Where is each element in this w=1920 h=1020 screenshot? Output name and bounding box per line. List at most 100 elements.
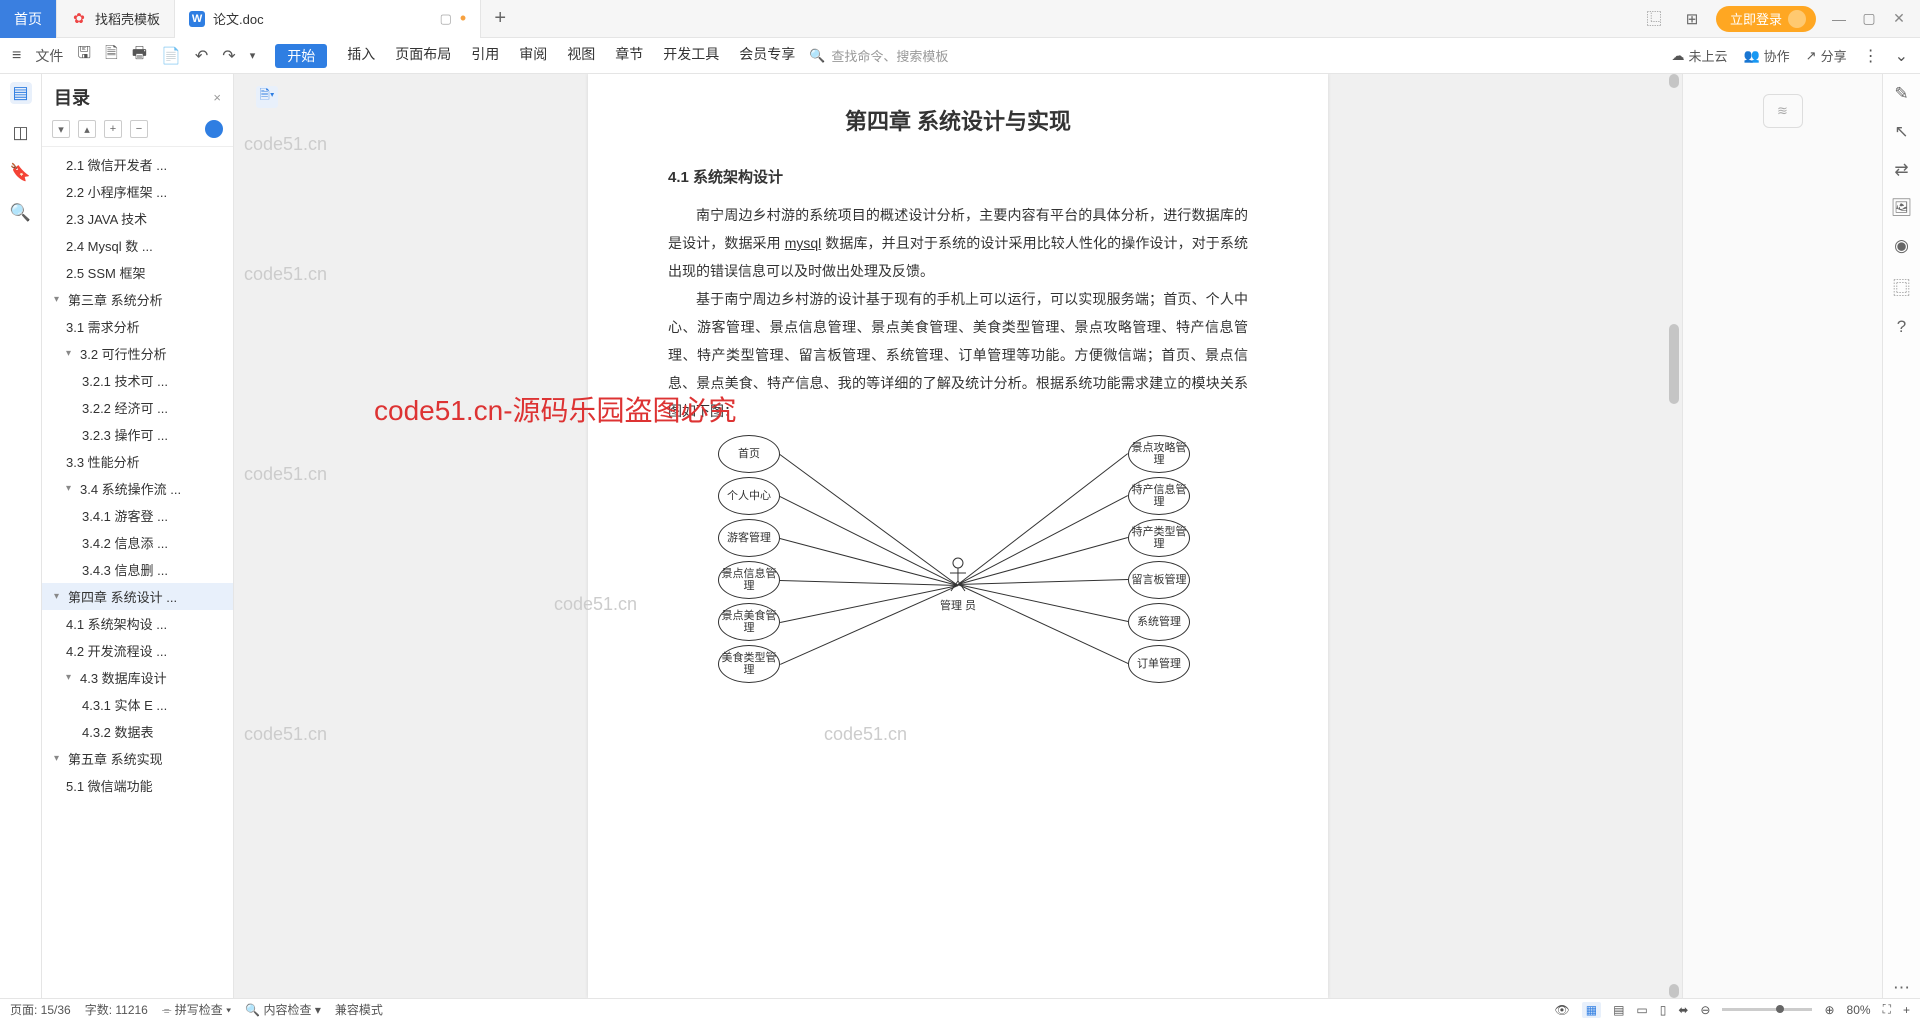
- menu-insert[interactable]: 插入: [347, 44, 375, 68]
- content-check[interactable]: 🔍 内容检查 ▾: [245, 1001, 321, 1018]
- close-outline-icon[interactable]: ×: [213, 90, 221, 105]
- outline-item[interactable]: 3.4.1 游客登 ...: [42, 502, 233, 529]
- sync-icon[interactable]: [205, 120, 223, 138]
- share-button[interactable]: ↗分享: [1806, 46, 1847, 65]
- login-button[interactable]: 立即登录: [1716, 6, 1816, 32]
- outline-item[interactable]: ▾3.2 可行性分析: [42, 340, 233, 367]
- menu-reference[interactable]: 引用: [471, 44, 499, 68]
- outline-item[interactable]: 5.1 微信端功能: [42, 772, 233, 799]
- style-toggle[interactable]: ≋: [1763, 94, 1803, 128]
- outline-item[interactable]: ▾第三章 系统分析: [42, 286, 233, 313]
- document-area[interactable]: 🗎▾ 第四章 系统设计与实现 4.1 系统架构设计 南宁周边乡村游的系统项目的概…: [234, 74, 1682, 998]
- redo-icon[interactable]: ↷: [222, 46, 235, 66]
- preview-icon[interactable]: 📄: [161, 46, 181, 66]
- outline-item[interactable]: 3.4.3 信息删 ...: [42, 556, 233, 583]
- file-menu[interactable]: 文件: [35, 46, 63, 66]
- scroll-top-icon[interactable]: [1669, 74, 1679, 88]
- close-button[interactable]: ✕: [1886, 6, 1912, 32]
- word-count[interactable]: 字数: 11216: [85, 1001, 148, 1018]
- cloud-status[interactable]: ☁未上云: [1671, 46, 1727, 65]
- menu-dev[interactable]: 开发工具: [663, 44, 719, 68]
- view-page-icon[interactable]: ▦: [1582, 1002, 1601, 1018]
- fit-width-icon[interactable]: ⬌: [1678, 1003, 1688, 1017]
- remove-level-icon[interactable]: −: [130, 120, 148, 138]
- outline-item[interactable]: 3.3 性能分析: [42, 448, 233, 475]
- outline-item[interactable]: 4.3.2 数据表: [42, 718, 233, 745]
- settings-icon[interactable]: ⇄: [1894, 160, 1908, 180]
- save-icon[interactable]: 🖫: [77, 42, 91, 69]
- new-tab-button[interactable]: +: [481, 7, 519, 30]
- expand-all-icon[interactable]: ▴: [78, 120, 96, 138]
- vertical-scrollbar[interactable]: [1668, 74, 1680, 998]
- outline-item[interactable]: 2.3 JAVA 技术: [42, 205, 233, 232]
- zoom-level[interactable]: 80%: [1847, 1003, 1871, 1017]
- command-search[interactable]: 🔍 查找命令、搜索模板: [809, 46, 948, 65]
- tab-document[interactable]: W 论文.doc ▢ •: [175, 0, 481, 38]
- menu-view[interactable]: 视图: [567, 44, 595, 68]
- add-level-icon[interactable]: +: [104, 120, 122, 138]
- view-outline-icon[interactable]: ▤: [1613, 1003, 1624, 1017]
- outline-item[interactable]: 4.1 系统架构设 ...: [42, 610, 233, 637]
- outline-item[interactable]: 3.2.3 操作可 ...: [42, 421, 233, 448]
- page-count[interactable]: 页面: 15/36: [10, 1001, 71, 1018]
- outline-item[interactable]: 2.5 SSM 框架: [42, 259, 233, 286]
- outline-item[interactable]: 3.2.1 技术可 ...: [42, 367, 233, 394]
- tools-icon[interactable]: ⋯: [1893, 978, 1910, 998]
- grid-icon[interactable]: ⊞: [1678, 5, 1706, 33]
- menu-layout[interactable]: 页面布局: [395, 44, 451, 68]
- view-web-icon[interactable]: ▭: [1636, 1003, 1647, 1017]
- menu-vip[interactable]: 会员专享: [739, 44, 795, 68]
- outline-item[interactable]: 3.1 需求分析: [42, 313, 233, 340]
- zoom-in-icon[interactable]: ⊕: [1824, 1003, 1834, 1017]
- bookmark-rail-icon[interactable]: ◫: [10, 122, 32, 144]
- tab-templates[interactable]: ✿ 找稻壳模板: [57, 0, 175, 38]
- view-read-icon[interactable]: ▯: [1660, 1003, 1667, 1017]
- outline-item[interactable]: 2.2 小程序框架 ...: [42, 178, 233, 205]
- save-as-icon[interactable]: 🗎: [105, 42, 118, 69]
- more-icon[interactable]: ⋮: [1863, 46, 1879, 66]
- help-icon[interactable]: ?: [1897, 317, 1906, 337]
- select-icon[interactable]: ↖: [1894, 122, 1908, 142]
- image-icon[interactable]: 🖼: [1891, 198, 1913, 218]
- outline-item[interactable]: 2.4 Mysql 数 ...: [42, 232, 233, 259]
- menu-start[interactable]: 开始: [275, 44, 327, 68]
- outline-item[interactable]: 4.3.1 实体 E ...: [42, 691, 233, 718]
- compat-mode[interactable]: 兼容模式: [335, 1001, 383, 1018]
- collab-button[interactable]: 👥协作: [1743, 46, 1789, 65]
- search-rail-icon[interactable]: 🔍: [10, 202, 32, 224]
- print-icon[interactable]: 🖶: [132, 42, 147, 69]
- menu-review[interactable]: 审阅: [519, 44, 547, 68]
- zoom-slider[interactable]: [1722, 1008, 1812, 1011]
- collapse-ribbon-icon[interactable]: ⌄: [1895, 46, 1908, 66]
- collapse-all-icon[interactable]: ▾: [52, 120, 70, 138]
- outline-item[interactable]: 4.2 开发流程设 ...: [42, 637, 233, 664]
- idea-icon[interactable]: ◉: [1894, 236, 1909, 256]
- outline-item[interactable]: ▾4.3 数据库设计: [42, 664, 233, 691]
- undo-icon[interactable]: ↶: [195, 46, 208, 66]
- translate-icon[interactable]: ⿴: [1893, 274, 1910, 299]
- outline-item[interactable]: 3.2.2 经济可 ...: [42, 394, 233, 421]
- menu-icon[interactable]: ≡: [12, 47, 21, 65]
- screen-icon[interactable]: ▢: [440, 11, 452, 27]
- fullscreen-icon[interactable]: ⛶: [1883, 1002, 1891, 1017]
- add-bottom-icon[interactable]: +: [1903, 1003, 1910, 1017]
- zoom-out-icon[interactable]: ⊖: [1700, 1003, 1710, 1017]
- tab-home[interactable]: 首页: [0, 0, 57, 38]
- outline-icon[interactable]: ▤: [10, 82, 32, 104]
- outline-item[interactable]: ▾第五章 系统实现: [42, 745, 233, 772]
- outline-item[interactable]: 2.1 微信开发者 ...: [42, 151, 233, 178]
- menu-chapter[interactable]: 章节: [615, 44, 643, 68]
- minimize-button[interactable]: —: [1826, 6, 1852, 32]
- scroll-thumb[interactable]: [1669, 324, 1679, 404]
- dropdown-icon[interactable]: ▾: [250, 49, 256, 62]
- spellcheck-toggle[interactable]: ⌯ 拼写检查 ▾: [162, 1001, 231, 1018]
- page-marker-icon[interactable]: 🗎▾: [256, 86, 278, 108]
- edit-icon[interactable]: ✎: [1894, 84, 1908, 104]
- layout-icon[interactable]: ⿺: [1640, 5, 1668, 33]
- eye-icon[interactable]: 👁: [1554, 1003, 1569, 1017]
- maximize-button[interactable]: ▢: [1856, 6, 1882, 32]
- outline-item[interactable]: 3.4.2 信息添 ...: [42, 529, 233, 556]
- outline-item[interactable]: ▾3.4 系统操作流 ...: [42, 475, 233, 502]
- outline-item[interactable]: ▾第四章 系统设计 ...: [42, 583, 233, 610]
- ribbon-icon[interactable]: 🔖: [10, 162, 32, 184]
